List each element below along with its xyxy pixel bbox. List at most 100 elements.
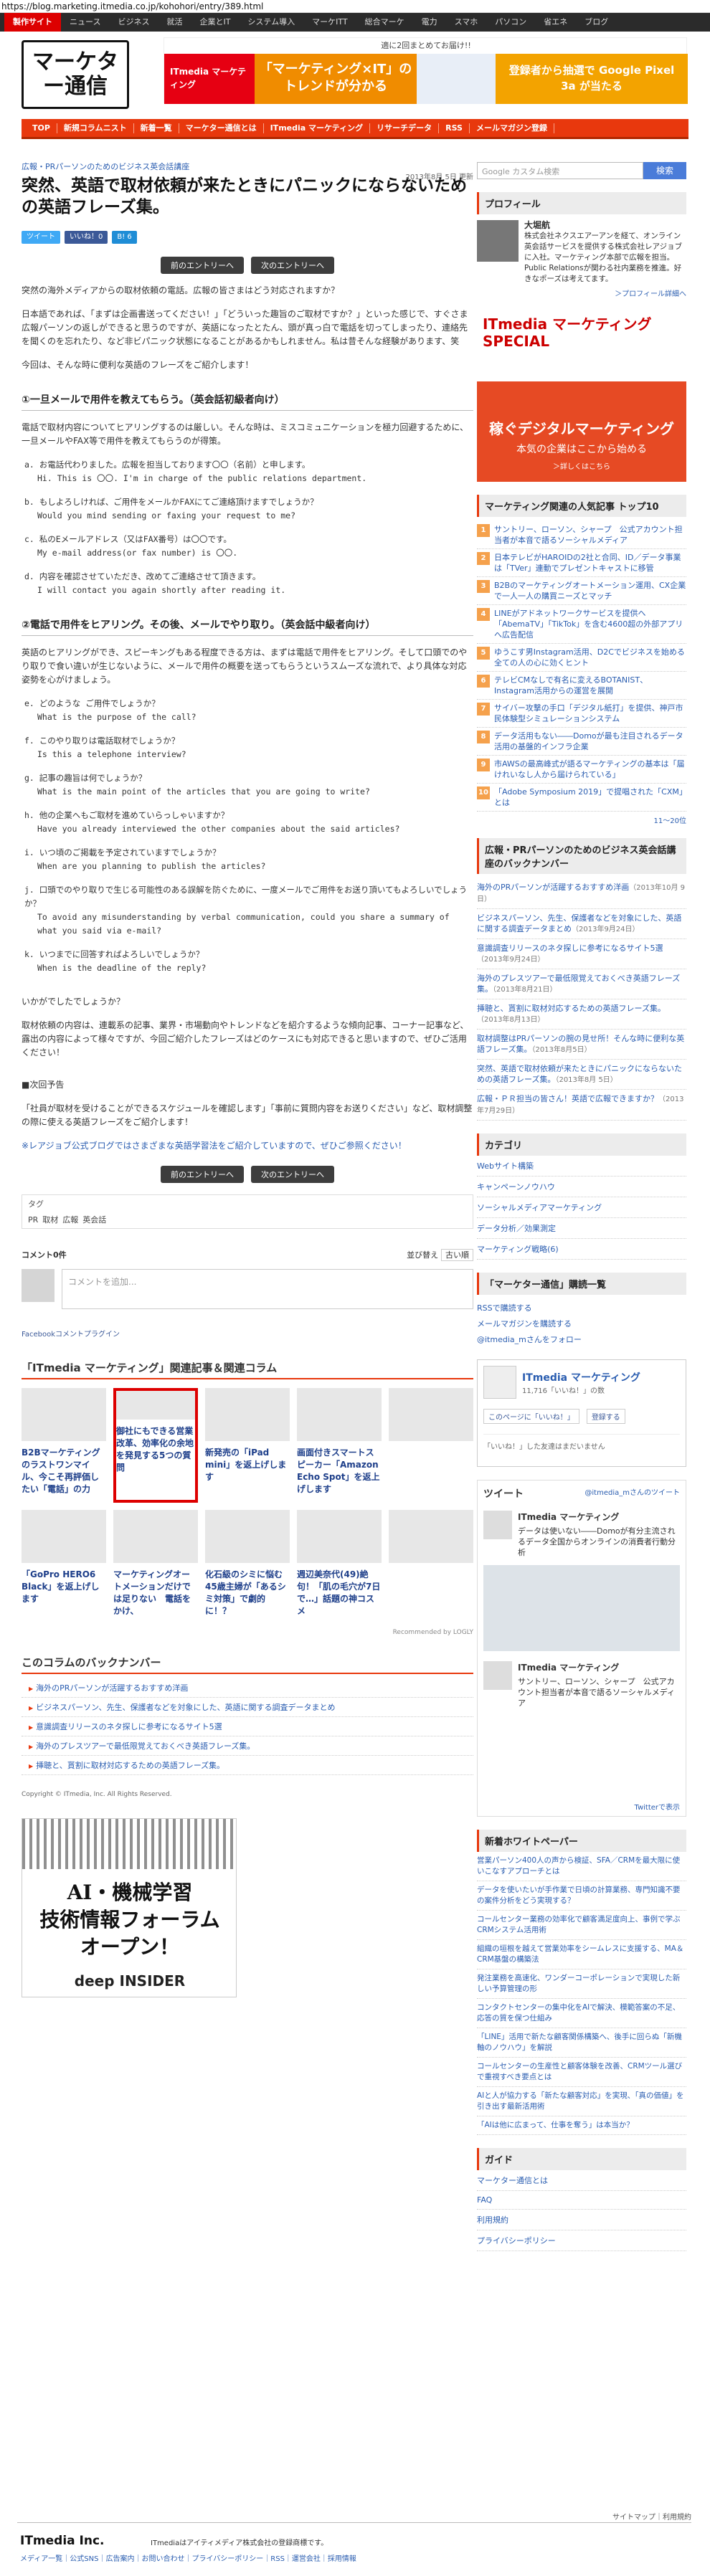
category-link[interactable]: Webサイト構築: [477, 1156, 686, 1177]
ranking-item[interactable]: 4 LINEがアドネットワークサービスを提供へ「AbemaTV」「TikTok」を…: [477, 605, 686, 644]
facebook-page-like-button[interactable]: このページに「いいね！」: [483, 1409, 579, 1424]
series-item[interactable]: 取材調整はPRパーソンの腕の見せ所！そんな時に便利な英語フレーズ集。（2013年…: [477, 1030, 686, 1060]
prev-entry-button[interactable]: 前のエントリーへ: [161, 257, 244, 274]
sidebar-ad[interactable]: ITmedia マーケティング SPECIAL 稼ぐデジタルマーケティング 本気…: [477, 310, 686, 482]
subscribe-link[interactable]: RSSで購読する: [477, 1301, 686, 1316]
related-title[interactable]: マーケティングオートメーションだけでは足りない 電話をかけ、: [113, 1569, 198, 1617]
mainnav-item[interactable]: 新着一覧: [134, 123, 179, 133]
footer-top-links[interactable]: サイトマップ｜利用規約: [612, 2511, 691, 2522]
guide-link[interactable]: マーケター通信とは: [477, 2170, 686, 2191]
ranking-item[interactable]: 3 B2Bのマーケティングオートメーション運用、CX企業で一人一人の購買ニーズとマ…: [477, 577, 686, 605]
topnav-item[interactable]: パソコン: [486, 13, 535, 32]
topnav-item[interactable]: ニュース: [61, 13, 109, 32]
view-on-twitter-link[interactable]: Twitterで表示: [634, 1801, 680, 1812]
related-item[interactable]: 新発売の「iPad mini」を返上げします: [205, 1388, 290, 1503]
backnumber-link[interactable]: 海外のPRパーソンが活躍するおすすめ洋画: [22, 1678, 473, 1698]
tag-link[interactable]: 広報: [62, 1215, 78, 1225]
mainnav-item[interactable]: TOP: [26, 123, 57, 133]
related-title[interactable]: 化石級のシミに悩む45歳主婦が「あるシミ対策」で劇的に！？: [205, 1569, 290, 1617]
guide-link[interactable]: FAQ: [477, 2191, 686, 2210]
whitepaper-link[interactable]: 「LINE」活用で新たな顧客関係構築へ、後手に回らぬ「新機軸のノウハウ」を解説: [477, 2028, 686, 2058]
tag-link[interactable]: 英会話: [82, 1215, 106, 1225]
topnav-item[interactable]: 省エネ: [535, 13, 576, 32]
ai-forum-ad[interactable]: AI・機械学習 技術情報フォーラム オープン！ deep INSIDER: [22, 1818, 237, 1997]
category-link[interactable]: ソーシャルメディアマーケティング: [477, 1197, 686, 1218]
related-item[interactable]: B2Bマーケティングのラストワンマイル、今こそ再評価したい「電話」の力: [22, 1388, 106, 1503]
mainnav-item[interactable]: ITmedia マーケティング: [264, 123, 371, 133]
facebook-comment-plugin-link[interactable]: Facebookコメントプラグイン: [22, 1328, 473, 1339]
category-link[interactable]: データ分析／効果測定: [477, 1218, 686, 1239]
topnav-item[interactable]: スマホ: [446, 13, 487, 32]
series-item[interactable]: ビジネスパーソン、先生、保護者などを対象にした、英語に関する調査データまとめ（2…: [477, 909, 686, 939]
footer-links[interactable]: メディア一覧｜公式SNS｜広告案内｜お問い合わせ｜プライバシーポリシー｜RSS｜…: [20, 2552, 356, 2563]
series-item[interactable]: 広報・ＰＲ担当の皆さん！英語で広報できますか？（2013年7月29日）: [477, 1090, 686, 1121]
related-title[interactable]: 御社にもできる営業改革、効率化の余地を発見する5つの質問: [116, 1425, 195, 1474]
whitepaper-link[interactable]: コールセンター業務の効率化で顧客満足度向上、事例で学ぶCRMシステム活用術: [477, 1911, 686, 1940]
paragraph-link[interactable]: ※レアジョブ公式ブログではさまざまな英語学習法をご紹介していますので、ぜひご参照…: [22, 1139, 473, 1153]
related-item[interactable]: [389, 1510, 473, 1625]
topnav-item[interactable]: マーケITT: [303, 13, 356, 32]
rank-title[interactable]: 「Adobe Symposium 2019」で提唱された「CXM」とは: [494, 786, 686, 808]
subscribe-link[interactable]: @itmedia_mさんをフォロー: [477, 1332, 686, 1348]
comment-input[interactable]: コメントを追加...: [62, 1269, 473, 1309]
related-title[interactable]: B2Bマーケティングのラストワンマイル、今こそ再評価したい「電話」の力: [22, 1447, 106, 1496]
topnav-item[interactable]: 就活: [158, 13, 191, 32]
ranking-item[interactable]: 7 サイバー攻撃の手口「デジタル紙打」を提供、神戸市民体験型シミュレーションシステ…: [477, 700, 686, 728]
related-item[interactable]: 画面付きスマートスピーカー「Amazon Echo Spot」を返上げします: [297, 1388, 382, 1503]
whitepaper-link[interactable]: 組織の垣根を越えて営業効率をシームレスに支援する、MA＆CRM基盤の構築法: [477, 1940, 686, 1969]
series-title[interactable]: 広報・ＰＲ担当の皆さん！英語で広報できますか？: [477, 1094, 658, 1103]
address-bar[interactable]: https://blog.marketing.itmedia.co.jp/koh…: [0, 0, 710, 13]
topnav-item[interactable]: ビジネス: [109, 13, 158, 32]
rank-title[interactable]: 市AWSの最高峰式が語るマーケティングの基本は「届けれいなし人から届けられている…: [494, 759, 686, 780]
related-item[interactable]: 「GoPro HERO6 Black」を返上げします: [22, 1510, 106, 1625]
series-item[interactable]: 意識調査リリースのネタ探しに参考になるサイト5選 （2013年9月24日）: [477, 939, 686, 969]
whitepaper-link[interactable]: コールセンターの生産性と顧客体験を改善、CRMツール選びで重視すべき要点とは: [477, 2058, 686, 2087]
backnumber-link[interactable]: 挿聴と、貰割に取材対応するための英語フレーズ集。: [22, 1756, 473, 1775]
rank-title[interactable]: LINEがアドネットワークサービスを提供へ「AbemaTV」「TikTok」を含…: [494, 608, 686, 640]
search-input[interactable]: Google カスタム検索: [477, 162, 643, 179]
ranking-item[interactable]: 5 ゆうこす男Instagram活用、D2Cでビジネスを始める全ての人の心に効くヒ…: [477, 644, 686, 672]
guide-link[interactable]: 利用規約: [477, 2210, 686, 2230]
profile-more-link[interactable]: ＞プロフィール詳細へ: [477, 287, 686, 298]
tweet-image[interactable]: [483, 1565, 680, 1651]
related-item[interactable]: 化石級のシミに悩む45歳主婦が「あるシミ対策」で劇的に！？: [205, 1510, 290, 1625]
prev-entry-button[interactable]: 前のエントリーへ: [161, 1166, 244, 1183]
tag-link[interactable]: PR: [28, 1215, 38, 1225]
related-item[interactable]: 御社にもできる営業改革、効率化の余地を発見する5つの質問: [113, 1388, 198, 1503]
tag-link[interactable]: 取材: [42, 1215, 58, 1225]
related-title[interactable]: 「GoPro HERO6 Black」を返上げします: [22, 1569, 106, 1605]
mainnav-item[interactable]: RSS: [439, 123, 470, 133]
whitepaper-link[interactable]: データを使いたいが手作業で日頃の計算業務、専門知識不要の案件分析をどう実現する？: [477, 1881, 686, 1911]
footer-brand[interactable]: ITmedia Inc.: [20, 2534, 105, 2548]
rank-title[interactable]: 日本テレビがHAROIDの2社と合同、ID／データ事業は「TVer」連動でプレゼ…: [494, 552, 686, 574]
guide-link[interactable]: プライバシーポリシー: [477, 2230, 686, 2251]
whitepaper-link[interactable]: 営業パーソン400人の声から検証、SFA／CRMを最大限に使いこなすアプローチと…: [477, 1852, 686, 1881]
rank-title[interactable]: B2Bのマーケティングオートメーション運用、CX企業で一人一人の購買ニーズとマッ…: [494, 580, 686, 602]
category-link[interactable]: キャンペーンノウハウ: [477, 1177, 686, 1197]
series-item[interactable]: 突然、英語で取材依頼が来たときにパニックにならないための英語フレーズ集。（201…: [477, 1060, 686, 1090]
sort-select[interactable]: 古い順: [441, 1249, 473, 1261]
ranking-item[interactable]: 9 市AWSの最高峰式が語るマーケティングの基本は「届けれいなし人から届けられてい…: [477, 756, 686, 784]
whitepaper-link[interactable]: AIと人が協力する「新たな顧客対応」を実現、「真の価値」を引き出す最新活用術: [477, 2087, 686, 2116]
topnav-item[interactable]: システム導入: [239, 13, 303, 32]
topnav-item[interactable]: 企業とIT: [191, 13, 239, 32]
topnav-item[interactable]: 電力: [413, 13, 446, 32]
series-item[interactable]: 海外のプレスツアーで最低限覚えておくべき英語フレーズ集。（2013年8月21日）: [477, 969, 686, 999]
rank-title[interactable]: サイバー攻撃の手口「デジタル紙打」を提供、神戸市民体験型シミュレーションシステム: [494, 703, 686, 724]
backnumber-link[interactable]: 意識調査リリースのネタ探しに参考になるサイト5選: [22, 1717, 473, 1736]
ranking-item[interactable]: 6 テレビCMなしで有名に変えるBOTANIST、Instagram活用からの運営…: [477, 672, 686, 700]
series-title[interactable]: 海外のPRパーソンが活躍するおすすめ洋画: [477, 883, 629, 892]
related-title[interactable]: 週辺美奈代(49)絶句！「肌の毛穴が7日で…」話題の神コスメ: [297, 1569, 382, 1617]
tweet-author[interactable]: ITmedia マーケティング: [518, 1661, 680, 1673]
related-item[interactable]: 週辺美奈代(49)絶句！「肌の毛穴が7日で…」話題の神コスメ: [297, 1510, 382, 1625]
facebook-like-button[interactable]: いいね！0: [65, 231, 108, 244]
ranking-item[interactable]: 1 サントリー、ローソン、シャープ 公式アカウント担当者が本音で語るソーシャルメデ…: [477, 521, 686, 549]
header-banner-ad[interactable]: 適に2回まとめてお届け!! ITmedia マーケティング 「マーケティング×I…: [164, 37, 688, 104]
subscribe-link[interactable]: メールマガジンを購読する: [477, 1316, 686, 1332]
backnumber-link[interactable]: ビジネスパーソン、先生、保護者などを対象にした、英語に関する調査データまとめ: [22, 1698, 473, 1717]
series-item[interactable]: 挿聴と、貰割に取材対応するための英語フレーズ集。 （2013年8月13日）: [477, 999, 686, 1030]
related-item[interactable]: マーケティングオートメーションだけでは足りない 電話をかけ、: [113, 1510, 198, 1625]
facebook-page-name[interactable]: ITmedia マーケティング: [522, 1370, 640, 1384]
mainnav-item[interactable]: リサーチデータ: [370, 123, 440, 133]
series-title[interactable]: 挿聴と、貰割に取材対応するための英語フレーズ集。: [477, 1004, 666, 1013]
